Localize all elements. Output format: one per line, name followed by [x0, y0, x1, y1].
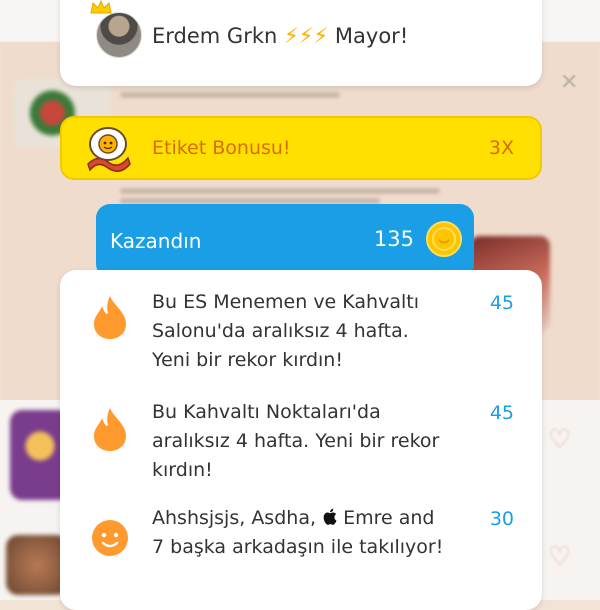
reward-points: 45 [489, 402, 514, 424]
background-text-line [120, 92, 340, 98]
mayor-message: Erdem Grkn ⚡⚡⚡ Mayor! [152, 24, 408, 48]
earned-points: 135 [373, 227, 414, 251]
bolt-icon: ⚡⚡⚡ [283, 24, 329, 48]
flame-icon [94, 296, 126, 339]
apple-logo-icon [323, 508, 337, 525]
background-thumbnail [6, 535, 68, 595]
egg-bacon-sticker-icon [87, 127, 131, 172]
rewards-card: Bu ES Menemen ve Kahvaltı Salonu'da aral… [60, 270, 542, 610]
close-icon: ✕ [560, 70, 579, 95]
heart-icon: ♡ [548, 542, 572, 572]
reward-text-before: Ahshsjsjs, Asdha, [152, 507, 316, 529]
mayor-title: Mayor! [334, 24, 409, 48]
background-text-line [120, 188, 440, 194]
reward-points: 45 [489, 292, 514, 314]
reward-points: 30 [489, 508, 514, 530]
sticker-bonus-bar: Etiket Bonusu! 3X [60, 116, 542, 180]
reward-text: Ahshsjsjs, Asdha, Emre and 7 başka arkad… [152, 504, 452, 562]
earned-label: Kazandın [110, 229, 202, 253]
mayor-name: Erdem Grkn [152, 24, 278, 48]
avatar[interactable] [96, 12, 142, 58]
bonus-multiplier: 3X [488, 137, 514, 159]
smiley-icon [92, 520, 128, 556]
earned-points-bar: Kazandın 135 [96, 204, 474, 278]
reward-text: Bu Kahvaltı Noktaları'da aralıksız 4 haf… [152, 401, 440, 481]
flame-icon [94, 408, 126, 451]
coin-icon [426, 221, 462, 257]
bonus-label: Etiket Bonusu! [152, 137, 291, 159]
crown-icon [90, 0, 112, 14]
mayor-card: Erdem Grkn ⚡⚡⚡ Mayor! [60, 0, 542, 86]
reward-text: Bu ES Menemen ve Kahvaltı Salonu'da aral… [152, 291, 419, 371]
heart-icon: ♡ [548, 425, 572, 455]
